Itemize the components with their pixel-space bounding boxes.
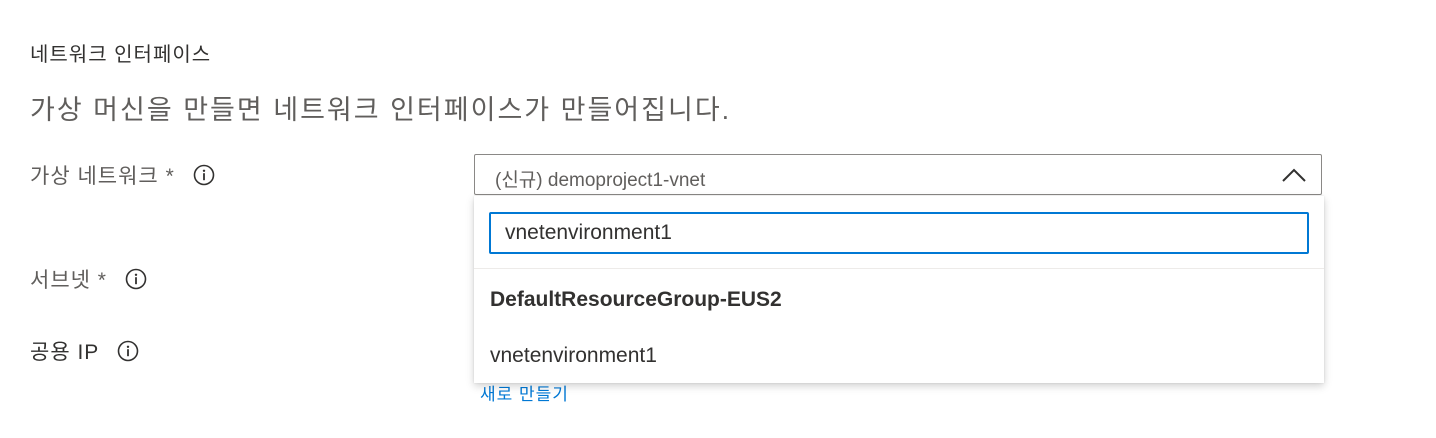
virtual-network-label: 가상 네트워크 *	[30, 165, 175, 188]
public-ip-field-label: 공용 IP	[30, 336, 139, 366]
filter-box[interactable]	[489, 212, 1309, 254]
dropdown-panel: DefaultResourceGroup-EUS2 vnetenvironmen…	[474, 196, 1324, 383]
info-icon[interactable]	[117, 340, 139, 362]
virtual-network-dropdown[interactable]: (신규) demoproject1-vnet	[474, 154, 1322, 195]
panel-divider	[474, 268, 1324, 269]
info-icon[interactable]	[125, 268, 147, 290]
virtual-network-field-label: 가상 네트워크 *	[30, 160, 215, 190]
subnet-field-label: 서브넷 *	[30, 264, 147, 294]
dropdown-option[interactable]: vnetenvironment1	[474, 334, 1324, 378]
resource-group-header: DefaultResourceGroup-EUS2	[490, 288, 782, 311]
subnet-label: 서브넷 *	[30, 269, 107, 292]
section-description: 가상 머신을 만들면 네트워크 인터페이스가 만들어집니다.	[30, 95, 732, 125]
dropdown-option-label: vnetenvironment1	[490, 344, 657, 367]
public-ip-label: 공용 IP	[30, 341, 100, 364]
network-interface-page: 네트워크 인터페이스 가상 머신을 만들면 네트워크 인터페이스가 만들어집니다…	[0, 0, 1436, 438]
dropdown-selected-value: (신규) demoproject1-vnet	[495, 170, 706, 191]
filter-input[interactable]	[505, 214, 1285, 252]
section-heading: 네트워크 인터페이스	[30, 44, 212, 66]
create-new-link[interactable]: 새로 만들기	[480, 380, 569, 405]
info-icon[interactable]	[193, 164, 215, 186]
chevron-up-icon[interactable]	[1281, 165, 1307, 185]
